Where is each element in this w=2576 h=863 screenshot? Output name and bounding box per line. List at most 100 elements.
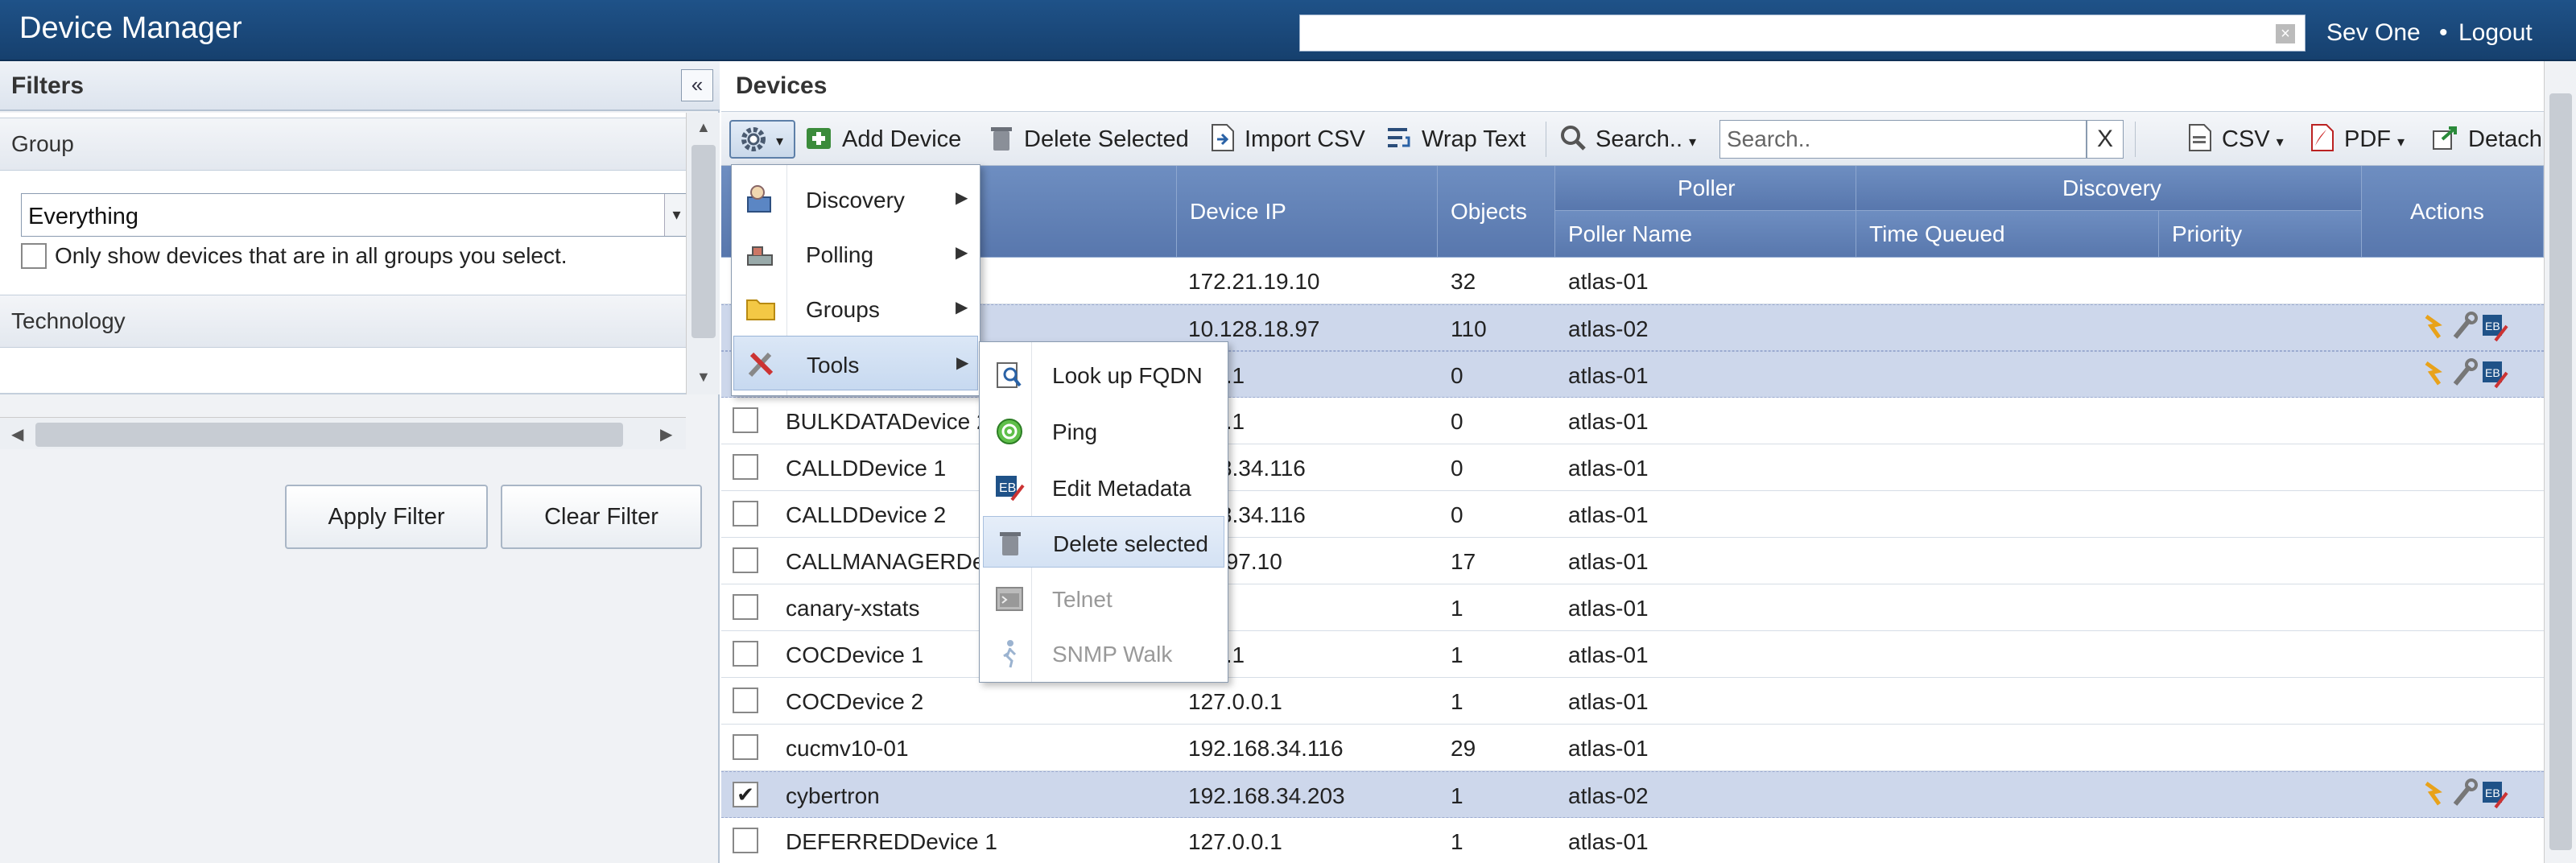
objects-cell: 0 [1451, 409, 1463, 434]
menu-item-polling[interactable]: Polling ▶ [733, 226, 978, 281]
row-checkbox[interactable] [733, 454, 758, 480]
row-checkbox[interactable] [733, 641, 758, 667]
row-checkbox[interactable] [733, 734, 758, 760]
search-input[interactable]: Search.. [1719, 120, 2087, 159]
import-csv-button[interactable]: Import CSV [1208, 120, 1365, 159]
objects-cell: 110 [1451, 316, 1487, 341]
column-header-poller-name[interactable]: Poller Name [1555, 211, 1856, 258]
global-search-input[interactable]: × [1299, 14, 2306, 52]
csv-export-button[interactable]: CSV ▾ [2185, 120, 2284, 159]
table-row[interactable]: ✔ cybertron 192.168.34.203 1 atlas-02 EB [721, 771, 2544, 818]
add-device-button[interactable]: Add Device [805, 120, 961, 159]
scroll-down-icon[interactable]: ▼ [696, 369, 711, 386]
menu-item-telnet[interactable]: Telnet [983, 572, 1224, 624]
all-groups-checkbox[interactable] [21, 243, 47, 269]
group-select[interactable]: Everything ▾ [21, 193, 689, 237]
rediscover-icon[interactable] [2420, 778, 2447, 809]
gear-menu-button[interactable]: ▾ [729, 120, 795, 159]
filters-title: Filters [11, 72, 85, 99]
table-row[interactable]: COCDevice 2 127.0.0.1 1 atlas-01 [721, 678, 2544, 725]
wrap-text-button[interactable]: Wrap Text [1385, 120, 1525, 159]
row-actions: EB [2420, 778, 2512, 812]
scroll-right-icon[interactable]: ▶ [660, 424, 672, 444]
scroll-thumb[interactable] [691, 145, 716, 338]
logout-link[interactable]: Logout [2458, 19, 2533, 47]
row-checkbox[interactable] [733, 828, 758, 853]
user-name[interactable]: Sev One [2326, 19, 2421, 47]
menu-item-discovery[interactable]: Discovery ▶ [733, 171, 978, 226]
clear-filter-button[interactable]: Clear Filter [501, 485, 702, 549]
row-checkbox[interactable]: ✔ [733, 782, 758, 807]
row-checkbox[interactable] [733, 594, 758, 620]
polling-icon [747, 246, 773, 266]
filters-scroll-area: Group Everything ▾ Only show devices tha… [0, 113, 720, 449]
tools-icon [748, 352, 774, 378]
wrench-icon[interactable] [2450, 778, 2478, 809]
delete-selected-button[interactable]: Delete Selected [987, 120, 1189, 159]
row-checkbox[interactable] [733, 407, 758, 433]
detach-button[interactable]: Detach [2431, 120, 2542, 159]
group-section-header[interactable]: Group [0, 118, 686, 171]
collapse-panel-button[interactable]: « [681, 69, 713, 101]
column-header-device-ip[interactable]: Device IP [1177, 166, 1438, 258]
row-checkbox[interactable] [733, 501, 758, 526]
filters-header: Filters « [0, 61, 720, 111]
poller-name-cell: atlas-01 [1568, 736, 1649, 761]
folder-icon [746, 299, 775, 320]
poller-name-cell: atlas-01 [1568, 689, 1649, 714]
menu-item-ping[interactable]: Ping [983, 405, 1224, 456]
column-header-objects[interactable]: Objects [1438, 166, 1555, 258]
wrench-icon[interactable] [2450, 358, 2478, 389]
app-title: Device Manager [19, 11, 242, 45]
detach-label: Detach [2468, 126, 2542, 152]
edit-metadata-icon[interactable]: EB [2481, 312, 2508, 342]
table-row[interactable]: 01.sevitlab.net172.21.19.1032atlas-01 [721, 258, 2544, 304]
scroll-thumb[interactable] [35, 423, 623, 447]
objects-cell: 1 [1451, 689, 1463, 714]
column-header-priority[interactable]: Priority [2159, 211, 2362, 258]
search-menu-label: Search.. [1596, 126, 1682, 152]
device-ip-cell: 127.0.0.1 [1188, 689, 1282, 714]
gear-context-menu: Discovery ▶ Polling ▶ Groups ▶ Tools ▶ [731, 164, 980, 396]
horizontal-scrollbar[interactable]: ◀ ▶ [0, 417, 686, 449]
edit-metadata-icon[interactable]: EB [2481, 358, 2508, 389]
scroll-left-icon[interactable]: ◀ [11, 424, 23, 444]
rediscover-icon[interactable] [2420, 312, 2447, 342]
table-row[interactable]: cucmv10-01 192.168.34.116 29 atlas-01 [721, 725, 2544, 771]
column-header-time-queued[interactable]: Time Queued [1856, 211, 2159, 258]
pdf-export-button[interactable]: PDF ▾ [2307, 120, 2405, 159]
search-clear-button[interactable]: X [2087, 120, 2124, 159]
menu-item-look-up-fqdn[interactable]: Look up FQDN [983, 349, 1224, 400]
wrench-icon[interactable] [2450, 312, 2478, 342]
scroll-up-icon[interactable]: ▲ [696, 119, 711, 136]
menu-item-snmp-walk[interactable]: SNMP Walk [983, 627, 1224, 679]
menu-item-edit-metadata[interactable]: EB Edit Metadata [983, 461, 1224, 513]
rediscover-icon[interactable] [2420, 358, 2447, 389]
device-ip-cell: 10.128.18.97 [1188, 316, 1320, 341]
scroll-thumb[interactable] [2549, 93, 2572, 850]
tools-submenu: Look up FQDN Ping EB Edit Metadata Delet… [979, 341, 1228, 683]
technology-section-header[interactable]: Technology [0, 295, 686, 348]
table-row[interactable]: DEFERREDDevice 1 127.0.0.1 1 atlas-01 [721, 818, 2544, 863]
vertical-scrollbar[interactable]: ▲ ▼ [686, 113, 720, 394]
device-name-cell: CALLMANAGERDevi [786, 549, 1001, 574]
clear-icon[interactable]: × [2276, 24, 2295, 43]
edit-metadata-icon[interactable]: EB [2481, 778, 2508, 809]
menu-item-groups[interactable]: Groups ▶ [733, 281, 978, 336]
menu-item-delete-selected[interactable]: Delete selected [983, 516, 1224, 568]
technology-section-label: Technology [11, 308, 126, 333]
ping-icon [997, 419, 1022, 444]
objects-cell: 32 [1451, 269, 1476, 294]
device-name-cell: canary-xstats [786, 596, 920, 621]
gear-icon [741, 127, 766, 151]
poller-name-cell: atlas-01 [1568, 363, 1649, 388]
device-name-cell: BULKDATADevice 2 [786, 409, 989, 434]
row-checkbox[interactable] [733, 547, 758, 573]
walk-icon [1003, 640, 1017, 668]
menu-item-tools[interactable]: Tools ▶ [733, 336, 978, 390]
chevron-down-icon[interactable]: ▾ [664, 194, 688, 236]
apply-filter-button[interactable]: Apply Filter [285, 485, 488, 549]
page-scrollbar[interactable] [2544, 61, 2576, 863]
search-menu-button[interactable]: Search.. ▾ [1558, 120, 1696, 159]
row-checkbox[interactable] [733, 688, 758, 713]
